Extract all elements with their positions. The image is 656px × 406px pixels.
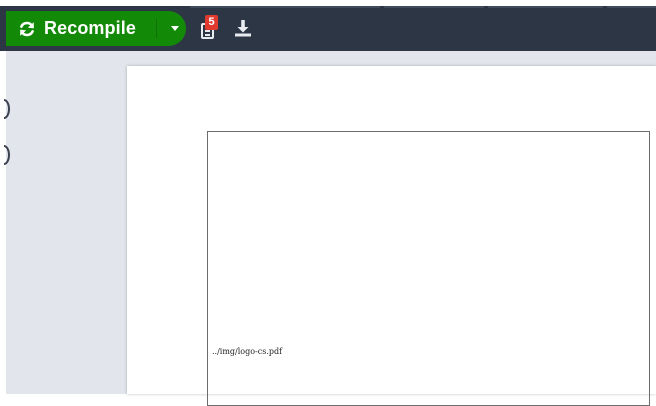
- editor-side-panel: [0, 51, 127, 394]
- download-pdf-button[interactable]: [233, 18, 253, 38]
- refresh-icon: [18, 20, 36, 38]
- pdf-toolbar: Recompile 5: [0, 6, 656, 51]
- toolbar-separator: [488, 6, 603, 8]
- figure-path-text: ../img/logo-cs.pdf: [212, 347, 283, 356]
- caret-down-icon[interactable]: [171, 26, 179, 31]
- toolbar-separator: [384, 6, 484, 8]
- figure-placeholder: ../img/logo-cs.pdf: [207, 131, 650, 406]
- logs-button[interactable]: 5: [200, 15, 220, 41]
- button-divider: [156, 19, 157, 38]
- toolbar-separator: [190, 6, 380, 8]
- recompile-label: Recompile: [44, 18, 136, 38]
- pdf-page: ../img/logo-cs.pdf: [127, 66, 656, 406]
- pdf-preview-area[interactable]: ../img/logo-cs.pdf: [127, 51, 656, 406]
- toolbar-separator: [607, 6, 656, 8]
- logs-count-badge: 5: [205, 15, 218, 30]
- recompile-button[interactable]: Recompile: [6, 11, 186, 46]
- download-icon: [233, 20, 253, 42]
